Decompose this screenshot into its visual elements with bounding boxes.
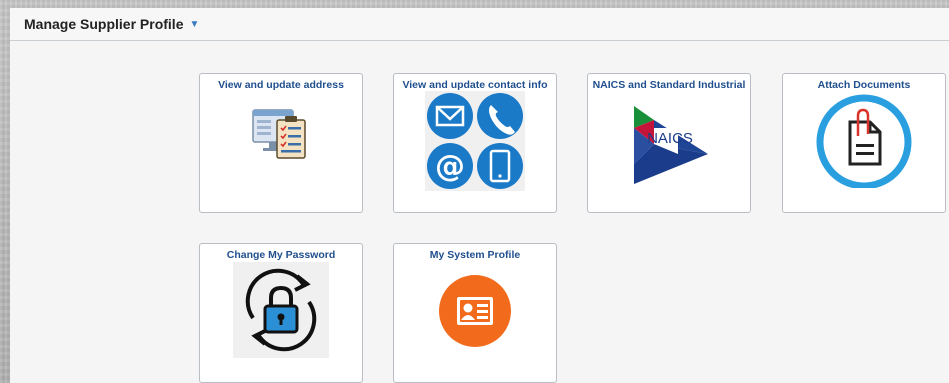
envelope-icon [427,93,473,139]
tile-naics[interactable]: NAICS and Standard Industrial NAICS [587,73,751,213]
naics-logo: NAICS [588,94,750,190]
phone-icon [477,93,523,139]
main-panel: Manage Supplier Profile ▼ View and updat… [10,8,949,383]
address-form-icon [200,106,362,162]
tile-attach-documents[interactable]: Attach Documents [782,73,946,213]
tile-change-password[interactable]: Change My Password [199,243,363,383]
tile-title: View and update address [218,79,344,91]
tile-title: View and update contact info [402,79,548,91]
tile-my-system-profile[interactable]: My System Profile [393,243,557,383]
tile-title: NAICS and Standard Industrial [592,79,746,91]
svg-text:@: @ [435,149,465,184]
page-title: Manage Supplier Profile [24,16,184,32]
profile-card-icon [394,271,556,351]
tile-view-update-address[interactable]: View and update address [199,73,363,213]
tile-view-update-contact[interactable]: View and update contact info @ [393,73,557,213]
chevron-down-icon[interactable]: ▼ [189,19,199,30]
contact-icons: @ [394,91,556,191]
tile-title: Change My Password [226,249,336,261]
tile-title: Attach Documents [817,79,911,91]
svg-text:NAICS: NAICS [647,130,693,147]
attach-document-icon [783,92,945,192]
lock-refresh-icon [200,262,362,358]
tile-title: My System Profile [429,249,521,261]
page-header: Manage Supplier Profile ▼ [10,8,949,41]
